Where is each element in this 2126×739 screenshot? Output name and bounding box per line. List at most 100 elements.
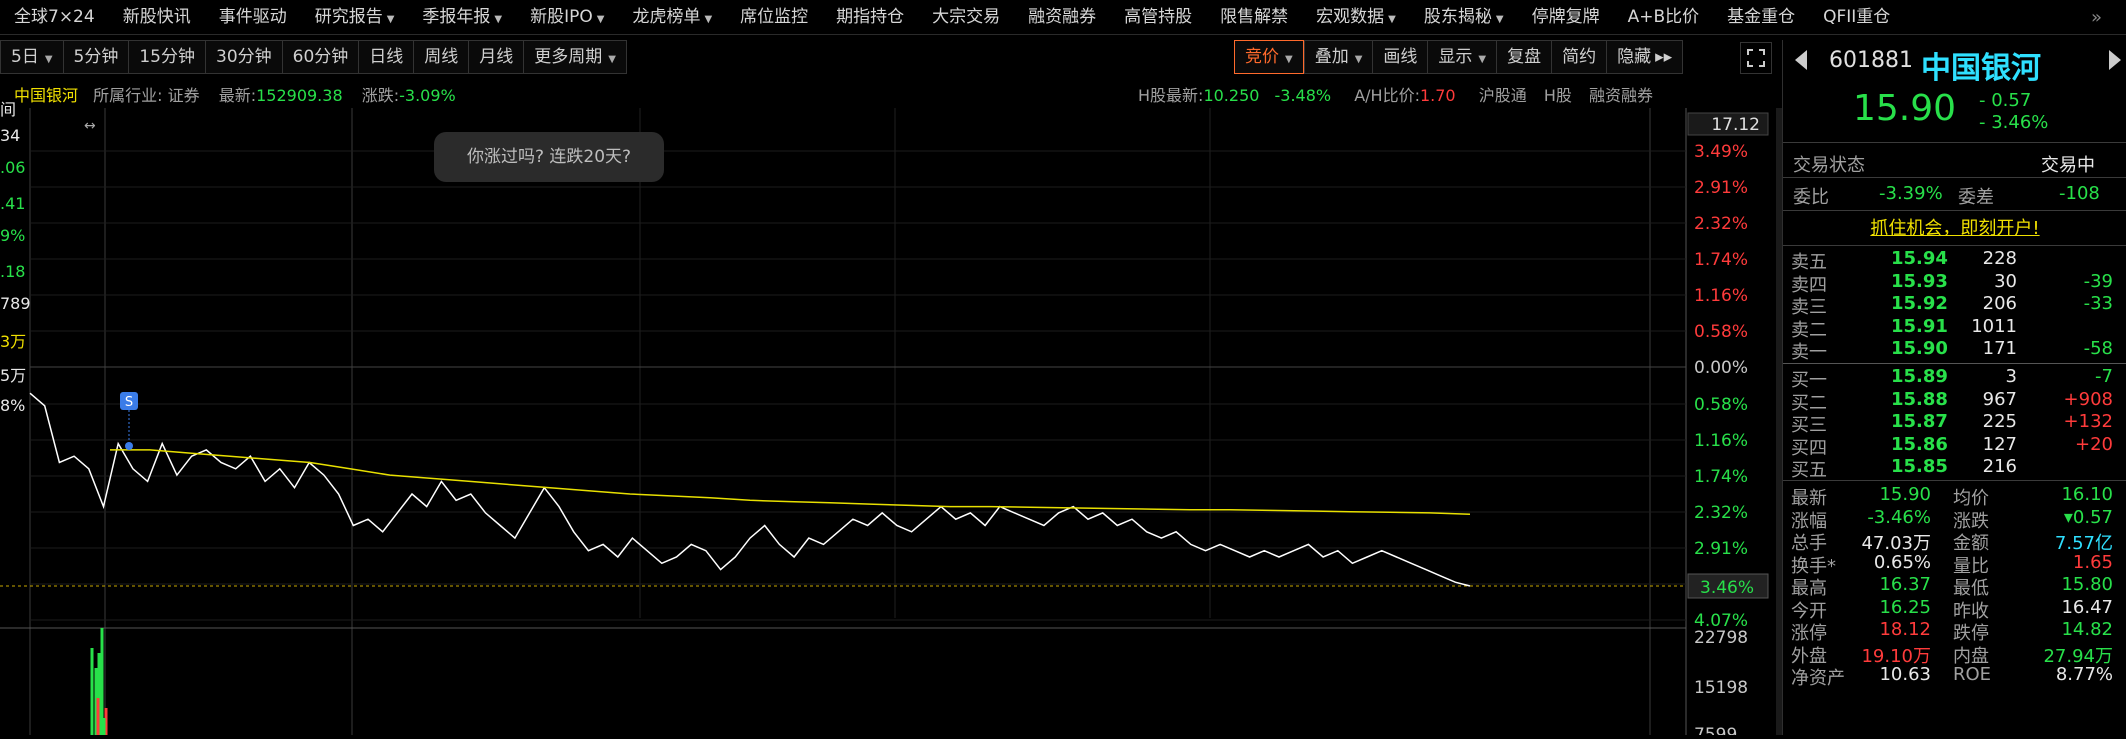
tool_buttons-button-4[interactable]: 复盘 [1496,40,1552,74]
tool_buttons-button-6[interactable]: 隐藏 ▸▸ [1606,40,1684,74]
period_buttons-button-3[interactable]: 30分钟 [205,40,282,74]
fullscreen-icon[interactable] [1740,42,1772,74]
y-tick-label: 1.16% [1694,431,1748,451]
nav-item-12[interactable]: 限售解禁 [1206,0,1302,34]
caret-down-icon: ▼ [1478,54,1487,65]
nav-label: 新股快讯 [122,7,191,27]
nav-item-9[interactable]: 大宗交易 [918,0,1014,34]
period_buttons-button-0[interactable]: 5日 ▼ [0,40,63,74]
period_buttons-button-5[interactable]: 日线 [358,40,414,74]
panel-splitter[interactable] [1776,108,1782,735]
buys-row[interactable]: 买五 15.85 216 [1783,456,2126,481]
nav-more-icon[interactable]: » [2091,7,2102,28]
weibi-row: 委比 -3.39% 委差 -108 [1783,180,2126,211]
nav-item-3[interactable]: 研究报告 ▼ [301,0,409,34]
level-volume: 216 [1982,456,2017,477]
level-price: 15.92 [1891,293,1948,314]
tool_buttons-button-1[interactable]: 叠加 ▼ [1303,40,1373,74]
period_buttons-button-1[interactable]: 5分钟 [62,40,129,74]
nav-item-6[interactable]: 龙虎榜单 ▼ [618,0,726,34]
nav-item-1[interactable]: 新股快讯 [109,0,205,34]
nav-item-16[interactable]: A+B比价 [1614,0,1714,34]
nav-label: 大宗交易 [932,7,1001,27]
level-price: 15.89 [1891,366,1948,387]
prev-stock-arrow[interactable] [1795,50,1807,70]
level-diff: -58 [2083,338,2113,359]
weicha-value: -108 [2059,183,2100,204]
buys-row[interactable]: 买二 15.88 967 +908 [1783,388,2126,414]
next-stock-arrow[interactable] [2109,50,2121,70]
period_buttons-button-4[interactable]: 60分钟 [281,40,359,74]
nav-item-0[interactable]: 全球7×24 [0,0,109,34]
buys-row[interactable]: 买三 15.87 225 +132 [1783,411,2126,436]
ah-value: 1.70 [1419,86,1456,105]
period_buttons-button-7[interactable]: 月线 [468,40,524,74]
nav-item-10[interactable]: 融资融券 [1014,0,1110,34]
tool_buttons-button-3[interactable]: 显示 ▼ [1427,40,1497,74]
stat-row: 总手 47.03万 金额 7.57亿 [1783,529,2126,554]
link-margin[interactable]: 融资融券 [1589,86,1653,105]
link-hgt[interactable]: 沪股通 [1479,86,1527,105]
nav-label: A+B比价 [1627,7,1700,27]
sells-row[interactable]: 卖一 15.90 171 -58 [1783,338,2126,363]
nav-label: 期指持仓 [836,7,905,27]
button-label: 60分钟 [292,47,349,67]
nav-label: 基金重仓 [1727,7,1796,27]
stat-label: ROE [1953,664,1992,685]
intraday-chart[interactable]: 4.07%3.49%2.91%2.32%1.74%1.16%0.58%0.00%… [0,87,1776,739]
buys-row[interactable]: 买四 15.86 127 +20 [1783,433,2126,459]
tool_buttons-button-2[interactable]: 画线 [1372,40,1428,74]
level-volume: 967 [1982,388,2017,410]
nav-item-14[interactable]: 股东揭秘 ▼ [1410,0,1518,34]
stat-value: 16.37 [1879,574,1931,595]
period_buttons-button-2[interactable]: 15分钟 [128,40,205,74]
caret-down-icon: ▼ [44,54,53,65]
nav-item-4[interactable]: 季报年报 ▼ [408,0,516,34]
tool_buttons-button-0[interactable]: 竞价 ▼ [1234,40,1304,74]
stock-chg-pct: - 3.46% [1979,112,2049,133]
level-volume: 1011 [1971,315,2017,337]
period_buttons-button-6[interactable]: 周线 [413,40,469,74]
sells-row[interactable]: 卖五 15.94 228 [1783,248,2126,273]
nav-item-18[interactable]: QFII重仓 [1809,0,1904,34]
stat-value: ▾0.57 [2063,506,2113,528]
promo-tooltip[interactable]: 你涨过吗? 连跌20天? [434,132,664,182]
nav-item-7[interactable]: 席位监控 [726,0,822,34]
expand-icon: ▸▸ [1655,47,1673,67]
sells-row[interactable]: 卖三 15.92 206 -33 [1783,293,2126,318]
level-price: 15.86 [1891,433,1948,455]
top-value: 17.12 [1711,115,1760,135]
y-tick-label: 2.91% [1694,539,1748,559]
nav-label: 股东揭秘 [1423,7,1492,27]
level-diff: -39 [2083,270,2113,292]
nav-item-2[interactable]: 事件驱动 [205,0,301,34]
sells-row[interactable]: 卖二 15.91 1011 [1783,315,2126,341]
y-tick-label: 0.58% [1694,395,1748,415]
weicha-label: 委差 [1958,187,1994,208]
weibi-label: 委比 [1793,187,1829,208]
nav-item-15[interactable]: 停牌复牌 [1518,0,1614,34]
stat-value: 15.90 [1879,484,1931,505]
stat-value: 0.65% [1873,551,1931,573]
nav-item-11[interactable]: 高管持股 [1110,0,1206,34]
button-label: 日线 [369,47,404,67]
buys-row[interactable]: 买一 15.89 3 -7 [1783,366,2126,391]
open-account-link[interactable]: 抓住机会，即刻开户! [1783,214,2126,240]
period_buttons-button-8[interactable]: 更多周期 ▼ [523,40,627,74]
nav-item-13[interactable]: 宏观数据 ▼ [1302,0,1410,34]
sells-row[interactable]: 卖四 15.93 30 -39 [1783,270,2126,296]
button-label: 30分钟 [216,47,272,67]
link-hshare[interactable]: H股 [1544,86,1572,105]
y-tick-label: 2.91% [1694,178,1748,198]
caret-down-icon: ▼ [386,14,395,25]
stat-value: 16.25 [1879,596,1931,618]
nav-item-17[interactable]: 基金重仓 [1713,0,1809,34]
tool_buttons-button-5[interactable]: 简约 [1551,40,1607,74]
current-pct: 3.46% [1700,578,1754,598]
nav-item-8[interactable]: 期指持仓 [822,0,918,34]
stat-value: -3.46% [1867,506,1931,528]
stat-value: 15.80 [2061,574,2113,595]
left-edge-label: 3万 [0,332,27,351]
nav-item-5[interactable]: 新股IPO ▼ [516,0,618,34]
left-edge-label: .06 [0,158,26,177]
